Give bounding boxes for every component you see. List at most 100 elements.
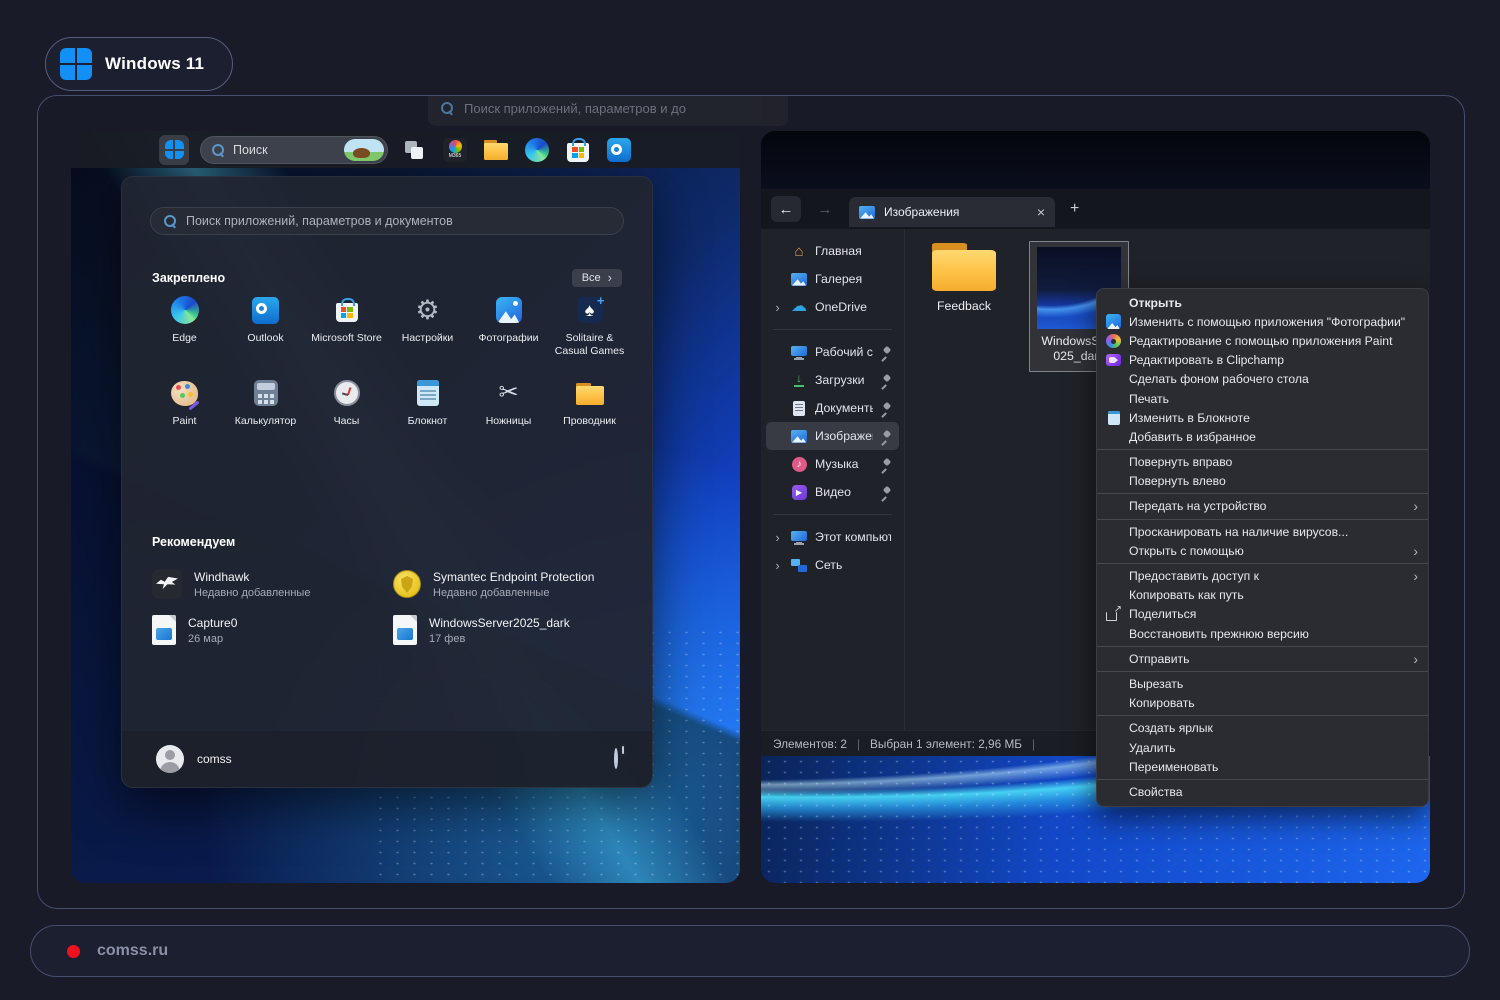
outlook-button[interactable] [604, 135, 634, 165]
task-view-icon [403, 139, 425, 161]
pinned-app-snipping[interactable]: ✂ Ножницы [468, 378, 549, 428]
recommended-item-windowsserver[interactable]: WindowsServer2025_dark 17 фев [393, 615, 622, 645]
menu-item-edit-photos[interactable]: Изменить с помощью приложения "Фотографи… [1097, 312, 1428, 331]
pinned-app-settings[interactable]: ⚙ Настройки [387, 295, 468, 358]
menu-item-properties[interactable]: Свойства [1097, 782, 1428, 801]
new-tab-button[interactable]: + [1070, 200, 1079, 218]
start-menu: Поиск приложений, параметров и документо… [121, 176, 653, 788]
menu-item-edit-clipchamp[interactable]: Редактировать в Clipchamp [1097, 351, 1428, 370]
edge-button[interactable] [522, 135, 552, 165]
menu-divider [1097, 563, 1428, 564]
sidebar-item-gallery[interactable]: Галерея [766, 265, 899, 293]
menu-item-rotate-right[interactable]: Повернуть вправо [1097, 453, 1428, 472]
all-apps-button[interactable]: Все › [572, 269, 622, 287]
sidebar-item-home[interactable]: ⌂ Главная [766, 237, 899, 265]
power-icon [614, 748, 618, 769]
file-feedback-folder[interactable]: Feedback [915, 241, 1013, 314]
start-button[interactable] [159, 135, 189, 165]
menu-item-rotate-left[interactable]: Повернуть влево [1097, 472, 1428, 491]
back-button[interactable]: ← [771, 196, 801, 222]
video-icon: ▶ [792, 485, 807, 500]
tab-pictures[interactable]: Изображения × [849, 197, 1055, 227]
menu-item-restore-version[interactable]: Восстановить прежнюю версию [1097, 624, 1428, 643]
edge-icon [525, 138, 549, 162]
menu-item-cut[interactable]: Вырезать [1097, 674, 1428, 693]
clipchamp-icon [1106, 354, 1121, 366]
menu-divider [1097, 715, 1428, 716]
user-chip[interactable]: comss [156, 745, 232, 773]
sidebar-item-documents[interactable]: Документы [766, 394, 899, 422]
menu-item-scan-viruses[interactable]: Просканировать на наличие вирусов... [1097, 522, 1428, 541]
recommended-item-capture0[interactable]: Capture0 26 мар [152, 615, 381, 645]
sidebar-item-this-pc[interactable]: › Этот компьютер [766, 523, 899, 551]
menu-item-delete[interactable]: Удалить [1097, 738, 1428, 757]
sidebar-item-video[interactable]: ▶ Видео [766, 478, 899, 506]
pinned-app-paint[interactable]: Paint [144, 378, 225, 428]
menu-item-open-with[interactable]: Открыть с помощью› [1097, 541, 1428, 560]
desktop-icon [791, 346, 807, 359]
sidebar-item-downloads[interactable]: ↓ Загрузки [766, 366, 899, 394]
pinned-app-notepad[interactable]: Блокнот [387, 378, 468, 428]
task-view-button[interactable] [399, 135, 429, 165]
folder-icon [576, 382, 604, 405]
menu-item-open[interactable]: Открыть [1097, 293, 1428, 312]
pinned-app-outlook[interactable]: Outlook [225, 295, 306, 358]
menu-item-cast-device[interactable]: Передать на устройство› [1097, 497, 1428, 516]
menu-item-give-access[interactable]: Предоставить доступ к› [1097, 566, 1428, 585]
close-tab-icon[interactable]: × [1037, 204, 1045, 220]
recommended-item-symantec[interactable]: Symantec Endpoint Protection Недавно доб… [393, 569, 622, 599]
downloads-icon: ↓ [792, 373, 806, 387]
pinned-app-photos[interactable]: Фотографии [468, 295, 549, 358]
sidebar-item-music[interactable]: ♪ Музыка [766, 450, 899, 478]
pinned-app-calculator[interactable]: Калькулятор [225, 378, 306, 428]
menu-item-copy[interactable]: Копировать [1097, 694, 1428, 713]
folder-icon [484, 140, 508, 160]
sidebar-item-onedrive[interactable]: › ☁ OneDrive [766, 293, 899, 321]
sidebar-item-network[interactable]: › Сеть [766, 551, 899, 579]
pinned-app-store[interactable]: Microsoft Store [306, 295, 387, 358]
chevron-right-icon[interactable]: › [772, 530, 783, 545]
forward-button[interactable]: → [810, 196, 840, 222]
microsoft-store-icon [336, 303, 358, 322]
sidebar-item-desktop[interactable]: Рабочий стол [766, 338, 899, 366]
photos-icon [1106, 314, 1121, 329]
folder-icon [932, 241, 996, 291]
chevron-right-icon[interactable]: › [772, 558, 783, 573]
avatar [156, 745, 184, 773]
explorer-tab-bar: ← → Изображения × + [761, 189, 1430, 229]
pinned-app-edge[interactable]: Edge [144, 295, 225, 358]
menu-divider [1097, 493, 1428, 494]
store-button[interactable] [563, 135, 593, 165]
menu-item-print[interactable]: Печать [1097, 389, 1428, 408]
menu-item-edit-notepad[interactable]: Изменить в Блокноте [1097, 408, 1428, 427]
recommended-header: Рекомендуем [152, 535, 235, 549]
menu-item-rename[interactable]: Переименовать [1097, 757, 1428, 776]
taskbar-search-box[interactable]: Поиск [200, 136, 388, 164]
pinned-app-clock[interactable]: Часы [306, 378, 387, 428]
music-icon: ♪ [792, 457, 807, 472]
pinned-apps-grid: Edge Outlook Microsoft Store ⚙ Настройки… [144, 295, 630, 428]
left-desktop-panel: Поиск M365 Поиск приложений, параметров … [71, 131, 740, 883]
menu-item-create-shortcut[interactable]: Создать ярлык [1097, 719, 1428, 738]
menu-item-copy-as-path[interactable]: Копировать как путь [1097, 586, 1428, 605]
start-search-input[interactable]: Поиск приложений, параметров и документо… [150, 207, 624, 235]
recommended-grid: Windhawk Недавно добавленные Symantec En… [152, 569, 622, 645]
m365-icon: M365 [443, 138, 467, 162]
menu-item-add-favorites[interactable]: Добавить в избранное [1097, 427, 1428, 446]
pinned-app-solitaire[interactable]: ♠ Solitaire & Casual Games [549, 295, 630, 358]
menu-item-send-to[interactable]: Отправить› [1097, 649, 1428, 668]
recommended-item-windhawk[interactable]: Windhawk Недавно добавленные [152, 569, 381, 599]
m365-button[interactable]: M365 [440, 135, 470, 165]
file-explorer-button[interactable] [481, 135, 511, 165]
sidebar-item-pictures[interactable]: Изображения [766, 422, 899, 450]
menu-item-edit-paint[interactable]: Редактирование с помощью приложения Pain… [1097, 331, 1428, 350]
power-button[interactable] [614, 750, 618, 768]
menu-item-set-wallpaper[interactable]: Сделать фоном рабочего стола [1097, 370, 1428, 389]
search-icon [211, 143, 225, 157]
chevron-right-icon[interactable]: › [772, 300, 783, 315]
pin-icon [880, 459, 891, 470]
search-highlight-image[interactable] [344, 139, 384, 161]
gallery-icon [791, 273, 807, 286]
pinned-app-explorer[interactable]: Проводник [549, 378, 630, 428]
menu-item-share[interactable]: Поделиться [1097, 605, 1428, 624]
